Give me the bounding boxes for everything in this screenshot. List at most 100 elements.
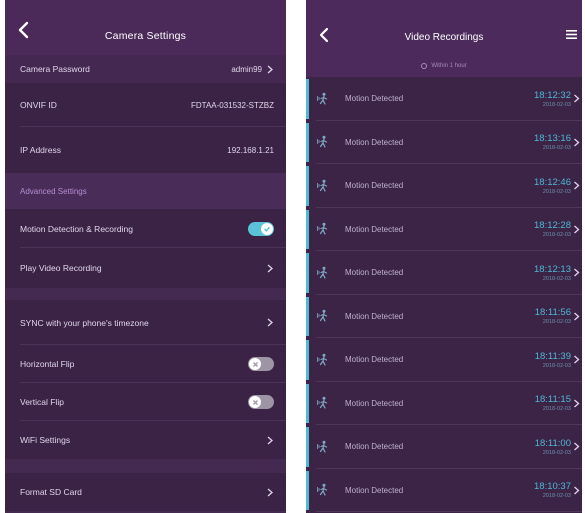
motion-person-icon xyxy=(317,266,328,279)
chevron-right-icon xyxy=(574,442,580,451)
chevron-right-icon xyxy=(267,264,273,272)
motion-person-icon xyxy=(317,223,328,235)
play-video-label: Play Video Recording xyxy=(20,263,102,273)
time-filter[interactable]: Within 1 hour xyxy=(306,55,582,77)
recording-timestamp: 18:11:15 2018-02-03 xyxy=(535,394,571,412)
recording-row[interactable]: Motion Detected 18:10:37 2018-02-03 xyxy=(306,469,582,513)
sync-timezone-row[interactable]: SYNC with your phone's timezone xyxy=(5,300,286,345)
recording-timestamp: 18:13:16 2018-02-03 xyxy=(534,133,571,151)
horizontal-flip-row: Horizontal Flip xyxy=(5,345,286,383)
motion-person-icon xyxy=(317,353,328,366)
chevron-right-icon xyxy=(574,399,580,408)
motion-person-icon xyxy=(317,136,328,148)
vertical-flip-label: Vertical Flip xyxy=(20,397,64,407)
recordings-list: Motion Detected 18:12:32 2018-02-03 Moti… xyxy=(306,77,582,512)
recording-time: 18:11:56 xyxy=(534,307,571,319)
recording-label: Motion Detected xyxy=(345,398,404,408)
time-filter-label: Within 1 hour xyxy=(431,63,467,69)
toggle-knob xyxy=(249,358,261,370)
recording-label: Motion Detected xyxy=(345,355,404,365)
recording-timestamp: 18:12:46 2018-02-03 xyxy=(534,177,571,195)
section-divider xyxy=(5,288,286,300)
motion-person-icon xyxy=(317,179,328,192)
motion-person-icon xyxy=(317,440,328,453)
recording-time: 18:10:37 xyxy=(534,481,571,493)
motion-person-icon xyxy=(317,397,328,409)
recording-date: 2018-02-03 xyxy=(542,145,571,152)
menu-icon[interactable] xyxy=(565,28,578,41)
recording-date: 2018-02-03 xyxy=(542,406,571,413)
wifi-settings-label: WiFi Settings xyxy=(20,435,71,445)
unwatched-indicator xyxy=(306,209,309,249)
recording-row[interactable]: Motion Detected 18:12:32 2018-02-03 xyxy=(306,77,582,121)
chevron-right-icon xyxy=(574,486,580,495)
horizontal-flip-toggle[interactable] xyxy=(248,357,274,371)
x-icon xyxy=(252,361,258,367)
recording-timestamp: 18:11:39 2018-02-03 xyxy=(535,351,571,369)
recording-row[interactable]: Motion Detected 18:13:16 2018-02-03 xyxy=(306,121,582,165)
recording-row[interactable]: Motion Detected 18:11:00 2018-02-03 xyxy=(306,425,582,469)
format-sd-label: Format SD Card xyxy=(20,487,82,497)
recording-row[interactable]: Motion Detected 18:11:15 2018-02-03 xyxy=(306,382,582,426)
recording-date: 2018-02-03 xyxy=(542,493,571,500)
recording-timestamp: 18:12:13 2018-02-03 xyxy=(534,264,571,282)
chevron-right-icon xyxy=(267,318,273,327)
vertical-flip-toggle[interactable] xyxy=(248,395,274,409)
recording-row[interactable]: Motion Detected 18:12:46 2018-02-03 xyxy=(306,164,582,208)
recording-label: Motion Detected xyxy=(345,224,404,234)
recording-time: 18:11:15 xyxy=(534,394,571,406)
sync-timezone-label: SYNC with your phone's timezone xyxy=(20,317,149,328)
camera-password-label: Camera Password xyxy=(20,64,90,74)
recording-row[interactable]: Motion Detected 18:12:13 2018-02-03 xyxy=(306,251,582,295)
camera-settings-screen: Camera Settings Camera Password admin99 … xyxy=(5,0,286,513)
ip-address-label: IP Address xyxy=(20,145,61,155)
chevron-right-icon xyxy=(267,488,273,496)
motion-detection-toggle[interactable] xyxy=(248,221,274,236)
motion-detection-label: Motion Detection & Recording xyxy=(20,223,133,234)
recording-date: 2018-02-03 xyxy=(542,101,571,108)
recording-timestamp: 18:10:37 2018-02-03 xyxy=(534,481,571,499)
recording-date: 2018-02-03 xyxy=(542,362,571,369)
recording-time: 18:12:13 xyxy=(534,263,571,275)
recording-time: 18:13:16 xyxy=(534,133,571,145)
recording-date: 2018-02-03 xyxy=(542,232,571,239)
motion-person-icon xyxy=(317,310,328,322)
unwatched-indicator xyxy=(306,296,309,336)
x-icon xyxy=(252,399,258,405)
clock-icon xyxy=(421,63,428,69)
recording-time: 18:12:32 xyxy=(534,89,571,101)
play-video-recording-row[interactable]: Play Video Recording xyxy=(5,248,286,288)
check-icon xyxy=(264,226,271,232)
recording-label: Motion Detected xyxy=(345,94,404,104)
toggle-knob xyxy=(249,396,261,408)
camera-password-row[interactable]: Camera Password admin99 xyxy=(5,55,286,83)
unwatched-indicator xyxy=(306,340,309,380)
recording-row[interactable]: Motion Detected 18:12:28 2018-02-03 xyxy=(306,208,582,252)
ip-address-value: 192.168.1.21 xyxy=(227,145,274,155)
recording-time: 18:11:00 xyxy=(534,437,571,449)
recording-label: Motion Detected xyxy=(345,311,404,321)
unwatched-indicator xyxy=(306,79,309,119)
recording-row[interactable]: Motion Detected 18:11:56 2018-02-03 xyxy=(306,295,582,339)
onvif-id-row: ONVIF ID FDTAA-031532-STZBZ xyxy=(5,83,286,127)
onvif-id-value: FDTAA-031532-STZBZ xyxy=(191,100,274,110)
header: Video Recordings xyxy=(306,0,582,55)
recording-row[interactable]: Motion Detected 18:11:39 2018-02-03 xyxy=(306,338,582,382)
format-sd-card-row[interactable]: Format SD Card xyxy=(5,473,286,511)
chevron-right-icon xyxy=(267,65,273,73)
motion-person-icon xyxy=(317,484,328,496)
wifi-settings-row[interactable]: WiFi Settings xyxy=(5,421,286,459)
recording-time: 18:12:46 xyxy=(534,176,571,188)
chevron-right-icon xyxy=(574,225,580,234)
chevron-right-icon xyxy=(574,268,580,277)
recording-label: Motion Detected xyxy=(345,268,404,278)
page-title: Camera Settings xyxy=(104,30,187,42)
recording-label: Motion Detected xyxy=(345,181,404,191)
vertical-flip-row: Vertical Flip xyxy=(5,383,286,421)
recording-label: Motion Detected xyxy=(345,485,404,495)
chevron-right-icon xyxy=(574,138,580,147)
unwatched-indicator xyxy=(306,122,309,162)
header: Camera Settings xyxy=(5,0,286,55)
recording-date: 2018-02-03 xyxy=(542,449,571,456)
horizontal-flip-label: Horizontal Flip xyxy=(20,359,75,369)
